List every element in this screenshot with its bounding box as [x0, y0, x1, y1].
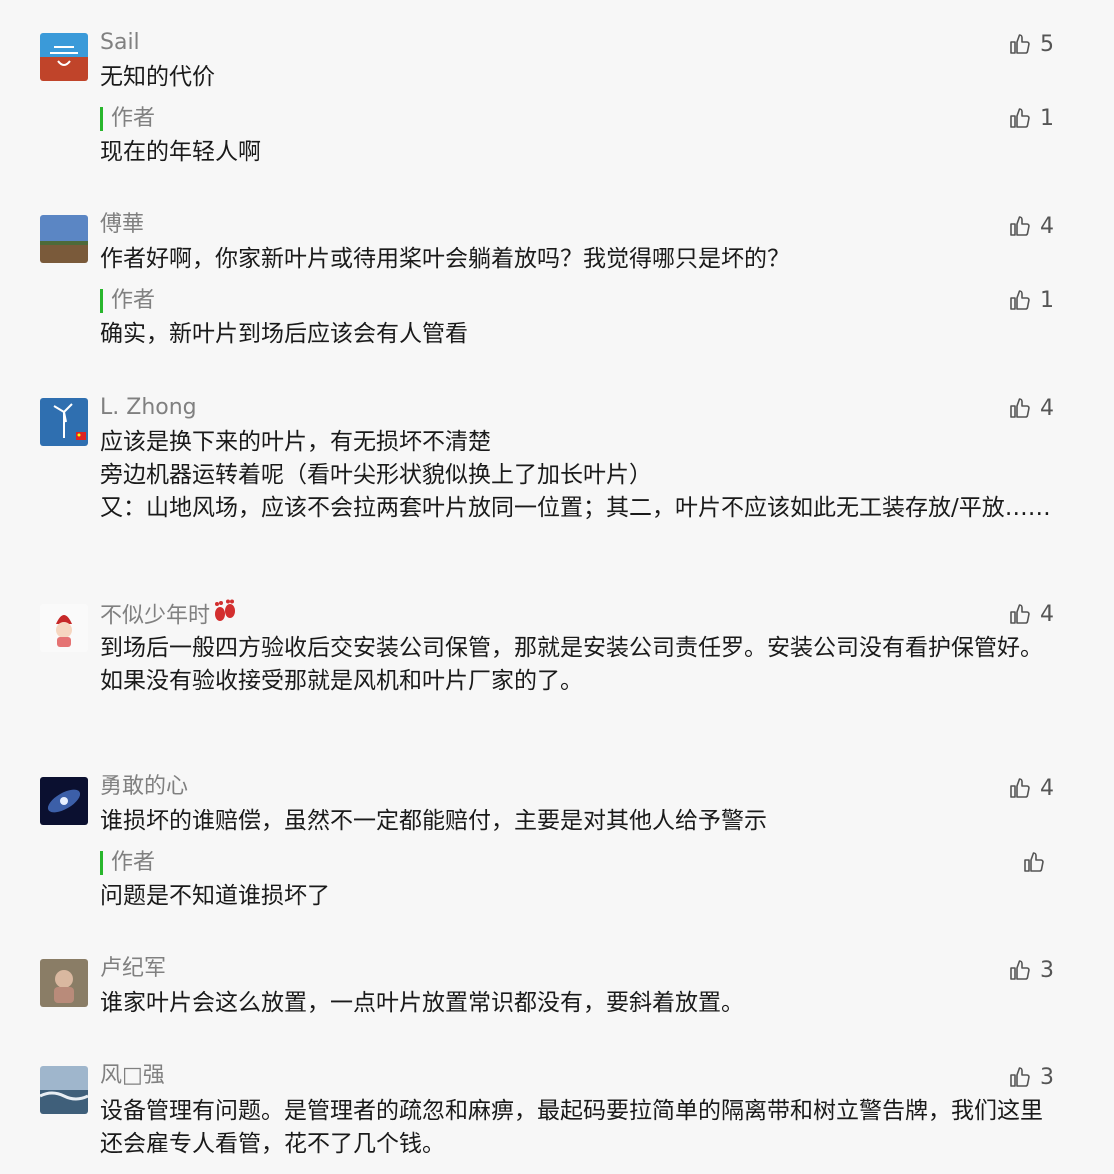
reply-text: 问题是不知道谁损坏了 — [100, 883, 330, 909]
thumbs-up-icon — [1010, 290, 1030, 310]
like-count: 1 — [1040, 287, 1054, 313]
like-button[interactable]: 5 — [1008, 29, 1054, 59]
nickname: 风□强 — [100, 1063, 165, 1088]
thumbs-up-icon — [1024, 852, 1044, 872]
like-count: 3 — [1040, 957, 1054, 983]
like-button[interactable]: 3 — [1008, 955, 1054, 985]
child-photo-icon[interactable] — [40, 959, 88, 1007]
like-count: 4 — [1040, 395, 1054, 421]
footprints-icon — [212, 599, 238, 634]
like-count: 1 — [1040, 105, 1054, 131]
like-button[interactable]: 4 — [1008, 211, 1054, 241]
reply-text: 确实，新叶片到场后应该会有人管看 — [100, 321, 468, 347]
cartoon-girl-icon[interactable] — [40, 604, 88, 652]
comment-text: 无知的代价 — [100, 64, 215, 90]
reply-like-button[interactable]: 1 — [1008, 103, 1054, 133]
reply-like-button[interactable]: 1 — [1008, 285, 1054, 315]
nickname: 勇敢的心 — [100, 774, 189, 799]
comment-text: 到场后一般四方验收后交安装公司保管，那就是安装公司责任罗。安装公司没有看护保管好… — [100, 635, 1043, 694]
like-count: 4 — [1040, 775, 1054, 801]
comment-text: 应该是换下来的叶片，有无损坏不清楚 旁边机器运转着呢（看叶尖形状貌似换上了加长叶… — [100, 429, 1051, 521]
like-button[interactable]: 3 — [1008, 1062, 1054, 1092]
thumbs-up-icon — [1010, 398, 1030, 418]
thumbs-up-icon — [1010, 960, 1030, 980]
like-count: 4 — [1040, 601, 1054, 627]
landscape-photo-icon[interactable] — [40, 215, 88, 263]
like-button[interactable]: 4 — [1008, 393, 1054, 423]
comment-text: 谁家叶片会这么放置，一点叶片放置常识都没有，要斜着放置。 — [100, 990, 744, 1016]
thumbs-up-icon — [1010, 216, 1030, 236]
comment-text: 作者好啊，你家新叶片或待用桨叶会躺着放吗？我觉得哪只是坏的？ — [100, 246, 790, 272]
like-count: 4 — [1040, 213, 1054, 239]
seascape-photo-icon[interactable] — [40, 1066, 88, 1114]
comment-text: 设备管理有问题。是管理者的疏忽和麻痹，最起码要拉简单的隔离带和树立警告牌，我们这… — [100, 1098, 1043, 1157]
wind-turbine-icon[interactable] — [40, 398, 88, 446]
author-reply-label: 作者 — [100, 106, 155, 131]
sailboat-sunset-icon[interactable] — [40, 33, 88, 81]
author-reply-label: 作者 — [100, 288, 155, 313]
nickname: Sail — [100, 30, 140, 55]
nickname: L. Zhong — [100, 395, 197, 420]
nickname-row: 不似少年时 — [100, 599, 238, 634]
reply-like-button[interactable] — [1022, 847, 1054, 877]
comment-text: 谁损坏的谁赔偿，虽然不一定都能赔付，主要是对其他人给予警示 — [100, 808, 767, 834]
nickname: 傅華 — [100, 212, 145, 237]
nickname: 卢纪军 — [100, 956, 167, 981]
thumbs-up-icon — [1010, 108, 1030, 128]
reply-text: 现在的年轻人啊 — [100, 139, 261, 165]
galaxy-icon[interactable] — [40, 777, 88, 825]
thumbs-up-icon — [1010, 604, 1030, 624]
nickname: 不似少年时 — [100, 603, 211, 629]
like-button[interactable]: 4 — [1008, 599, 1054, 629]
like-count: 5 — [1040, 31, 1054, 57]
author-reply-label: 作者 — [100, 850, 155, 875]
like-count: 3 — [1040, 1064, 1054, 1090]
thumbs-up-icon — [1010, 1067, 1030, 1087]
thumbs-up-icon — [1010, 34, 1030, 54]
thumbs-up-icon — [1010, 778, 1030, 798]
like-button[interactable]: 4 — [1008, 773, 1054, 803]
